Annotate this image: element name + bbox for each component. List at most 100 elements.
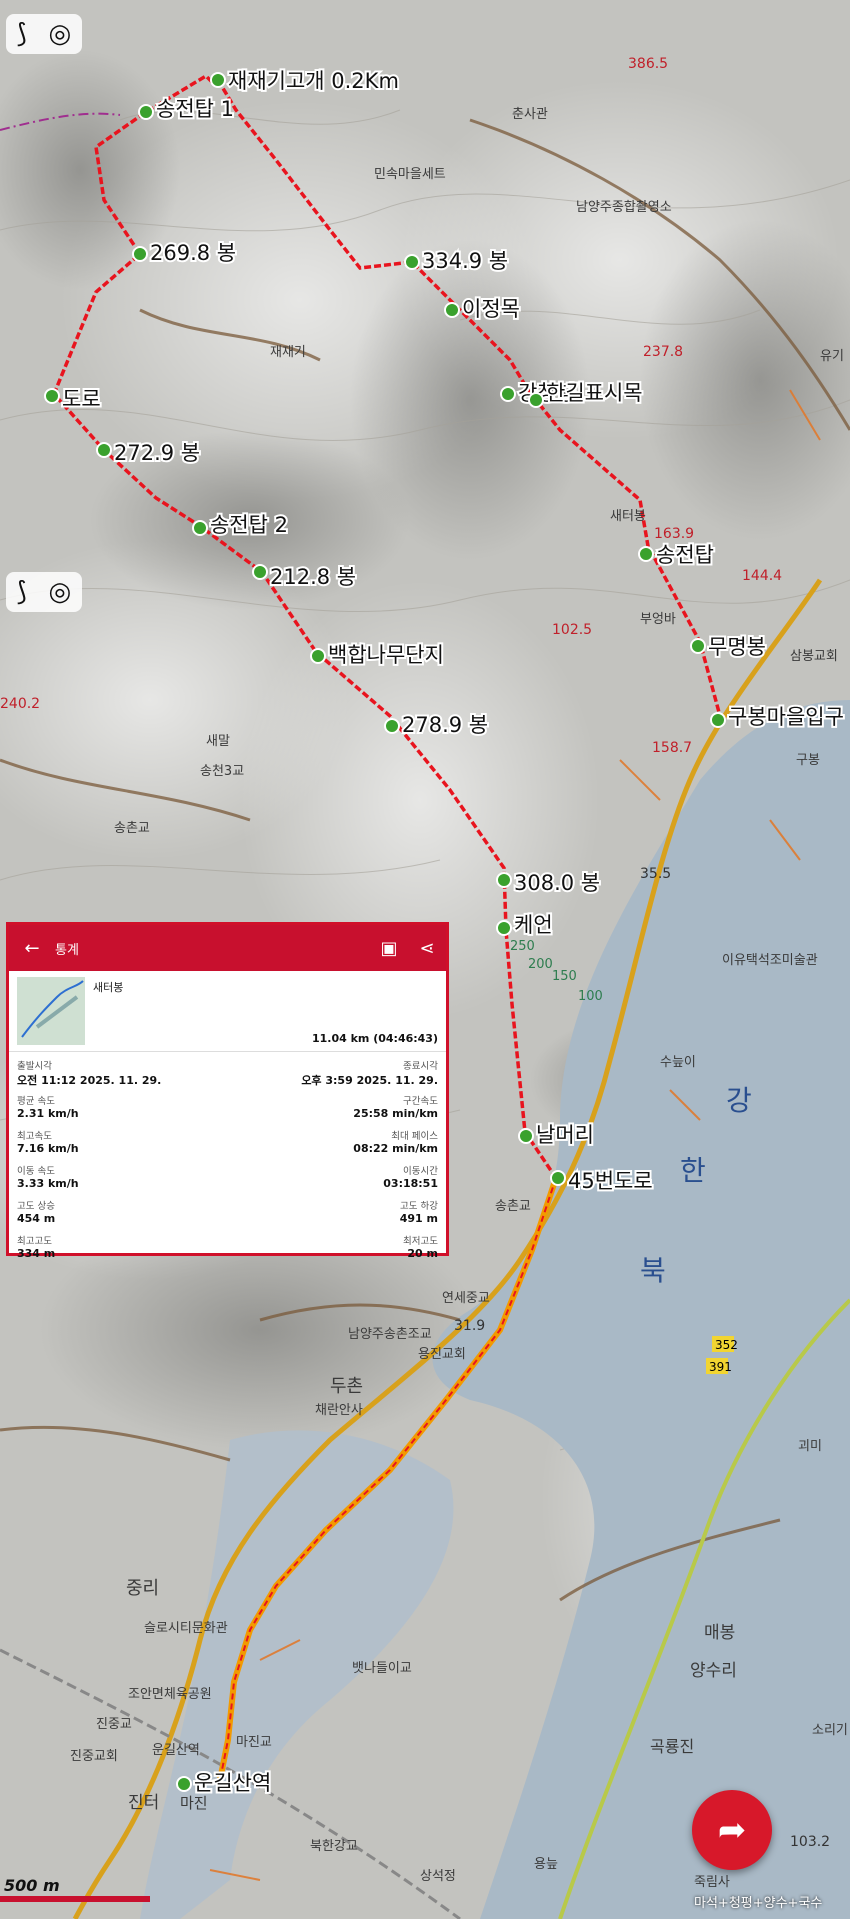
stat-value-right: 491 m <box>399 1212 438 1225</box>
directions-button[interactable]: ➦ <box>692 1790 772 1870</box>
waypoint-marker[interactable] <box>638 546 654 562</box>
waypoint[interactable]: 재재기고개 0.2Km <box>210 67 401 95</box>
contour-label: 150 <box>552 969 577 984</box>
waypoint-label: 272.9 봉 <box>114 441 200 465</box>
select-area-icon[interactable]: ◎ <box>49 19 72 49</box>
waypoint-marker[interactable] <box>310 648 326 664</box>
waypoint-label: 이정목 <box>462 297 520 321</box>
stats-list: 출발시각 종료시각오전 11:12 2025. 11. 29. 오후 3:59 20… <box>9 1052 446 1268</box>
waypoint-marker[interactable] <box>496 920 512 936</box>
waypoint-label: 45번도로 <box>568 1169 653 1193</box>
waypoint-label: 한길표시목 <box>546 381 643 405</box>
river-label: 북 <box>640 1254 666 1287</box>
place-label: 마진 <box>180 1794 208 1812</box>
waypoint-marker[interactable] <box>444 302 460 318</box>
waypoint-label: 도로 <box>62 387 101 411</box>
waypoint[interactable]: 한길표시목 <box>528 379 645 408</box>
route-distance: 11.04 km (04:46:43) <box>311 1032 438 1045</box>
waypoint-marker[interactable] <box>138 104 154 120</box>
waypoint-marker[interactable] <box>96 442 112 458</box>
waypoint-label: 송전탑 2 <box>210 513 288 537</box>
waypoint-marker[interactable] <box>404 254 420 270</box>
route-name: 새터봉 <box>93 981 124 994</box>
waypoint-label: 운길산역 <box>194 1771 271 1795</box>
elevation-label: 240.2 <box>0 696 40 712</box>
place-label: 새터봉 <box>610 509 646 524</box>
contour-label: 250 <box>510 939 535 954</box>
stat-labels: 최고속도 최대 페이스 <box>9 1128 446 1142</box>
place-label: 괴미 <box>798 1439 822 1454</box>
elevation-label: 35.5 <box>640 866 671 882</box>
place-label: 연세중교 <box>442 1291 490 1306</box>
place-label: 유기 <box>820 349 844 364</box>
stat-value-left: 454 m <box>17 1212 56 1225</box>
place-label: 마진교 <box>236 1735 272 1750</box>
route-thumbnail <box>17 977 85 1045</box>
waypoint-marker[interactable] <box>192 520 208 536</box>
place-label: 곡룡진 <box>650 1737 694 1756</box>
statistics-header: ← 통계 ▣ ⋖ <box>9 925 446 971</box>
waypoint-label: 송전탑 <box>656 543 714 567</box>
waypoint-marker[interactable] <box>44 388 60 404</box>
waypoint-marker[interactable] <box>176 1776 192 1792</box>
stat-labels: 출발시각 종료시각 <box>9 1058 446 1072</box>
stat-label-left: 고도 상승 <box>17 1201 55 1212</box>
waypoint-marker[interactable] <box>690 638 706 654</box>
stat-row: 평균 속도 구간속도 2.31 km/h 25:58 min/km <box>9 1093 446 1128</box>
scale-label: 500 m <box>4 1876 60 1895</box>
stat-label-left: 이동 속도 <box>17 1166 55 1177</box>
place-label: 중리 <box>126 1578 159 1599</box>
waypoint-marker[interactable] <box>210 72 226 88</box>
stat-value-right: 오후 3:59 2025. 11. 29. <box>301 1074 438 1087</box>
waypoint-marker[interactable] <box>132 246 148 262</box>
stat-label-right: 최대 페이스 <box>391 1131 438 1142</box>
waypoint[interactable]: 구봉마을입구 <box>710 703 846 731</box>
waypoint-label: 269.8 봉 <box>150 241 236 265</box>
place-label: 상석정 <box>420 1869 456 1884</box>
stat-values: 2.31 km/h 25:58 min/km <box>9 1107 446 1120</box>
waypoint-marker[interactable] <box>528 392 544 408</box>
stat-values: 오전 11:12 2025. 11. 29. 오후 3:59 2025. 11. … <box>9 1072 446 1088</box>
place-label: 뱃나들이교 <box>352 1661 412 1676</box>
stat-label-left: 최고고도 <box>17 1236 52 1247</box>
stat-values: 7.16 km/h 08:22 min/km <box>9 1142 446 1155</box>
waypoint-marker[interactable] <box>384 718 400 734</box>
place-label: 죽림사 <box>694 1875 730 1890</box>
save-icon[interactable]: ▣ <box>370 938 408 959</box>
place-label: 재재기 <box>270 345 306 360</box>
contour-label: 100 <box>578 989 603 1004</box>
place-label: 남양주종합촬영소 <box>576 200 672 215</box>
place-label: 수늪이 <box>660 1055 696 1070</box>
route-summary[interactable]: 새터봉 11.04 km (04:46:43) <box>9 971 446 1052</box>
stat-value-left: 오전 11:12 2025. 11. 29. <box>17 1074 162 1087</box>
stat-label-right: 구간속도 <box>403 1096 438 1107</box>
road-shield-label: 352 <box>715 1338 738 1352</box>
stat-label-right: 종료시각 <box>403 1061 438 1072</box>
place-label: 슬로시티문화관 <box>144 1621 228 1636</box>
place-label: 북한강교 <box>310 1839 358 1854</box>
waypoint[interactable]: 백합나무단지 <box>310 641 446 669</box>
waypoint-marker[interactable] <box>496 872 512 888</box>
back-arrow-icon[interactable]: ← <box>9 938 55 959</box>
select-area-icon[interactable]: ◎ <box>49 577 72 607</box>
directions-icon: ➦ <box>717 1810 747 1850</box>
route-icon[interactable]: ⟆ <box>17 577 27 607</box>
stat-labels: 고도 상승 고도 하강 <box>9 1198 446 1212</box>
waypoint-marker[interactable] <box>550 1170 566 1186</box>
elevation-label: 163.9 <box>654 526 694 542</box>
share-icon[interactable]: ⋖ <box>408 938 446 959</box>
waypoint-marker[interactable] <box>518 1128 534 1144</box>
stat-value-left: 7.16 km/h <box>17 1142 79 1155</box>
waypoint-label: 구봉마을입구 <box>728 705 844 729</box>
elevation-label: 237.8 <box>643 344 683 360</box>
waypoint-marker[interactable] <box>500 386 516 402</box>
contour-label: 200 <box>528 957 553 972</box>
stat-label-right: 최저고도 <box>403 1236 438 1247</box>
waypoint-marker[interactable] <box>710 712 726 728</box>
waypoint-marker[interactable] <box>252 564 268 580</box>
stat-label-left: 최고속도 <box>17 1131 52 1142</box>
place-label: 남양주송촌조교 <box>348 1327 432 1342</box>
route-icon[interactable]: ⟆ <box>17 19 27 49</box>
waypoint-label: 송전탑 1 <box>156 97 234 121</box>
place-label: 소리기 <box>812 1723 848 1738</box>
